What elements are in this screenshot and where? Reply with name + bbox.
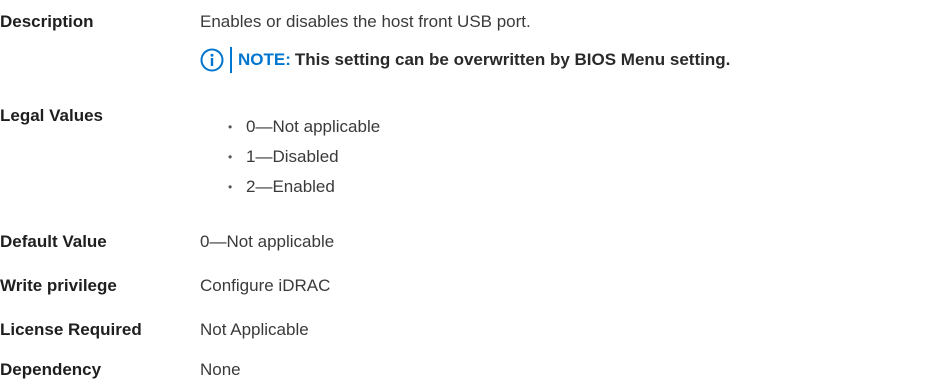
- legal-values-label: Legal Values: [0, 106, 103, 125]
- note-body: This setting can be overwritten by BIOS …: [294, 50, 731, 69]
- bullet-dot-icon: •: [228, 120, 233, 134]
- default-value-text: 0—Not applicable: [200, 232, 335, 251]
- license-required-text: Not Applicable: [200, 320, 309, 339]
- list-item: • 1—Disabled: [228, 142, 380, 172]
- note-text: NOTE: This setting can be overwritten by …: [238, 50, 730, 70]
- legal-values-list: • 0—Not applicable • 1—Disabled • 2—Enab…: [228, 112, 380, 202]
- default-value-label: Default Value: [0, 232, 107, 251]
- license-required-label: License Required: [0, 320, 142, 339]
- note-divider: [230, 47, 232, 73]
- note-box: NOTE: This setting can be overwritten by …: [200, 46, 730, 74]
- description-label: Description: [0, 12, 94, 31]
- bullet-dot-icon: •: [228, 180, 233, 194]
- note-prefix: NOTE:: [238, 50, 291, 69]
- list-item: • 2—Enabled: [228, 172, 380, 202]
- list-item: • 0—Not applicable: [228, 112, 380, 142]
- legal-value-text: 0—Not applicable: [246, 117, 381, 136]
- legal-value-text: 2—Enabled: [246, 177, 335, 196]
- dependency-label: Dependency: [0, 360, 102, 379]
- write-privilege-text: Configure iDRAC: [200, 276, 331, 295]
- legal-value-text: 1—Disabled: [246, 147, 339, 166]
- dependency-text: None: [200, 360, 241, 379]
- info-circle-icon: [200, 48, 224, 72]
- write-privilege-label: Write privilege: [0, 276, 117, 295]
- bullet-dot-icon: •: [228, 150, 233, 164]
- description-text: Enables or disables the host front USB p…: [200, 12, 531, 31]
